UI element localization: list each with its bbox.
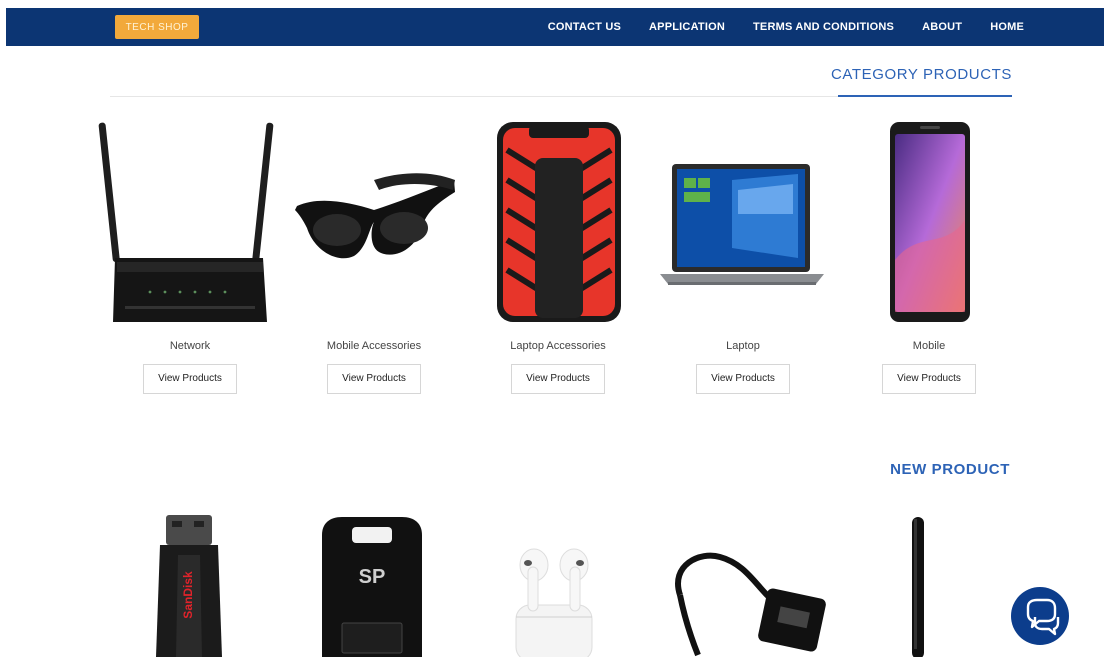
top-navbar: TECH SHOP CONTACT US APPLICATION TERMS A…: [6, 8, 1104, 46]
chat-button[interactable]: [1011, 587, 1069, 645]
nav-application[interactable]: APPLICATION: [649, 21, 725, 33]
chat-icon: [1026, 598, 1060, 636]
smartphone-icon[interactable]: [834, 110, 1024, 330]
usb-drive-icon[interactable]: SanDisk: [100, 505, 280, 657]
page: TECH SHOP CONTACT US APPLICATION TERMS A…: [0, 0, 1104, 657]
view-products-button[interactable]: View Products: [511, 364, 605, 394]
category-label: Mobile: [912, 340, 946, 352]
otg-cable-icon[interactable]: [650, 505, 830, 657]
view-products-button[interactable]: View Products: [882, 364, 976, 394]
category-card-network: Network View Products: [95, 110, 285, 394]
category-card-mobile: Mobile View Products: [834, 110, 1024, 394]
router-icon[interactable]: [95, 110, 285, 330]
category-label: Mobile Accessories: [326, 340, 422, 352]
category-label: Laptop Accessories: [510, 340, 606, 352]
view-products-button[interactable]: View Products: [696, 364, 790, 394]
nav-about[interactable]: ABOUT: [922, 21, 962, 33]
nav-links: CONTACT US APPLICATION TERMS AND CONDITI…: [548, 8, 1024, 46]
site-logo[interactable]: TECH SHOP: [115, 15, 199, 39]
category-products-heading: CATEGORY PRODUCTS: [830, 66, 1012, 83]
nav-terms-and-conditions[interactable]: TERMS AND CONDITIONS: [753, 21, 894, 33]
usb-sp-text: SP: [359, 566, 386, 588]
category-card-mobile-accessories: Mobile Accessories View Products: [279, 110, 469, 394]
hard-drive-icon[interactable]: [463, 110, 653, 330]
laptop-icon[interactable]: [648, 110, 838, 330]
nav-contact-us[interactable]: CONTACT US: [548, 21, 621, 33]
heading-underline: [838, 95, 1012, 97]
view-products-button[interactable]: View Products: [143, 364, 237, 394]
category-card-laptop-accessories: Laptop Accessories View Products: [463, 110, 653, 394]
earbuds-icon[interactable]: [464, 505, 644, 657]
usb-drive-black-icon[interactable]: SP: [282, 505, 462, 657]
nav-home[interactable]: HOME: [990, 21, 1024, 33]
view-products-button[interactable]: View Products: [327, 364, 421, 394]
sunglasses-icon[interactable]: [279, 110, 469, 330]
category-label: Network: [169, 340, 211, 352]
category-label: Laptop: [726, 340, 760, 352]
antenna-icon[interactable]: [830, 505, 1010, 657]
usb-brand-text: SanDisk: [181, 571, 195, 619]
category-card-laptop: Laptop View Products: [648, 110, 838, 394]
new-product-heading: NEW PRODUCT: [890, 461, 1010, 478]
